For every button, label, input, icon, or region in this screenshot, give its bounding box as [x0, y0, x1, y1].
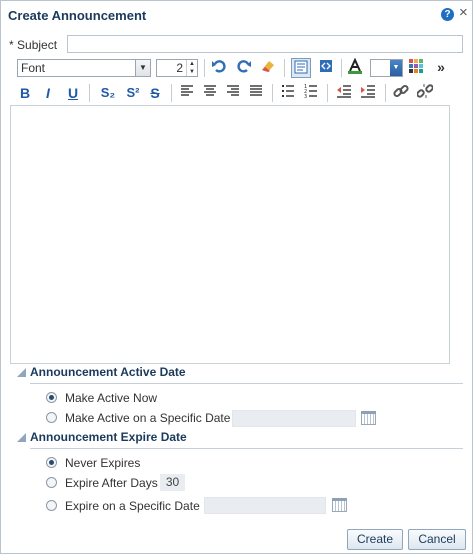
required-mark: * — [9, 38, 14, 52]
color-palette-icon[interactable] — [406, 58, 426, 78]
collapse-triangle-icon — [17, 433, 26, 442]
underline-button[interactable]: U — [65, 84, 81, 102]
outdent-icon[interactable] — [334, 83, 354, 103]
make-active-now-radio[interactable] — [46, 392, 57, 403]
calendar-icon[interactable] — [332, 498, 347, 512]
toolbar-separator — [272, 84, 273, 102]
clear-format-icon[interactable] — [258, 58, 278, 78]
calendar-icon[interactable] — [361, 411, 376, 425]
strikethrough-button[interactable]: S — [147, 84, 163, 102]
make-active-now-label: Make Active Now — [65, 391, 158, 405]
italic-button[interactable]: I — [41, 84, 55, 102]
undo-icon[interactable] — [209, 58, 229, 78]
help-icon[interactable]: ? — [441, 8, 454, 21]
bold-button[interactable]: B — [18, 84, 32, 102]
active-date-section-title: Announcement Active Date — [30, 365, 186, 379]
unlink-icon[interactable] — [415, 83, 435, 103]
expire-after-days-radio[interactable] — [46, 477, 57, 488]
active-date-section-header[interactable]: Announcement Active Date — [17, 365, 186, 379]
expire-specific-date-radio[interactable] — [46, 500, 57, 511]
expire-date-section-header[interactable]: Announcement Expire Date — [17, 430, 187, 444]
chevron-down-icon: ▼ — [390, 60, 402, 76]
never-expires-radio[interactable] — [46, 457, 57, 468]
redo-icon[interactable] — [234, 58, 254, 78]
svg-text:3: 3 — [304, 94, 307, 98]
superscript-button[interactable]: S² — [122, 84, 144, 102]
collapse-triangle-icon — [17, 368, 26, 377]
align-center-icon[interactable] — [200, 83, 220, 103]
create-announcement-dialog: Create Announcement ? × * Subject Font ▼… — [0, 0, 473, 554]
indent-icon[interactable] — [358, 83, 378, 103]
link-icon[interactable] — [391, 83, 411, 103]
toolbar-separator — [327, 84, 328, 102]
section-divider — [30, 448, 463, 449]
font-size-stepper[interactable]: 2 ▲ ▼ — [156, 59, 198, 77]
never-expires-label: Never Expires — [65, 456, 141, 470]
bullet-list-icon[interactable] — [278, 83, 298, 103]
font-select-value: Font — [21, 61, 46, 75]
align-right-icon[interactable] — [223, 83, 243, 103]
source-mode-icon[interactable] — [316, 58, 336, 78]
numbered-list-icon[interactable]: 123 — [301, 83, 321, 103]
subject-label-text: Subject — [17, 38, 58, 52]
toolbar-separator — [204, 59, 205, 77]
section-divider — [30, 383, 463, 384]
make-active-specific-date-radio[interactable] — [46, 412, 57, 423]
subject-input[interactable] — [67, 35, 463, 53]
more-icon[interactable]: » — [431, 57, 451, 77]
toolbar-separator — [171, 84, 172, 102]
subject-label: * Subject — [9, 38, 57, 52]
expire-specific-date-label: Expire on a Specific Date — [65, 499, 200, 513]
make-active-specific-date-label: Make Active on a Specific Date — [65, 411, 231, 425]
font-select[interactable]: Font ▼ — [17, 59, 151, 77]
create-button[interactable]: Create — [347, 529, 403, 550]
spinner-arrows-icon[interactable]: ▲ ▼ — [186, 60, 197, 76]
toolbar-separator — [341, 59, 342, 77]
cancel-button[interactable]: Cancel — [408, 529, 466, 550]
expire-after-days-label: Expire After Days — [65, 476, 158, 490]
text-color-icon[interactable] — [345, 57, 365, 78]
align-left-icon[interactable] — [177, 83, 197, 103]
font-size-value: 2 — [176, 61, 183, 75]
chevron-down-icon: ▼ — [135, 60, 150, 76]
rich-text-editor[interactable] — [10, 105, 450, 364]
toolbar-separator — [385, 84, 386, 102]
highlight-color-icon[interactable]: ▼ — [370, 59, 403, 77]
expire-date-section-title: Announcement Expire Date — [30, 430, 187, 444]
align-justify-icon[interactable] — [246, 83, 266, 103]
subscript-button[interactable]: S₂ — [97, 84, 119, 102]
rich-text-mode-icon[interactable] — [291, 58, 311, 78]
toolbar-separator — [284, 59, 285, 77]
toolbar-separator — [89, 84, 90, 102]
expire-date-input[interactable] — [204, 497, 326, 514]
dialog-title: Create Announcement — [8, 8, 147, 23]
close-icon[interactable]: × — [459, 5, 468, 20]
expire-days-input[interactable]: 30 — [160, 474, 185, 491]
active-date-input[interactable] — [232, 410, 356, 427]
